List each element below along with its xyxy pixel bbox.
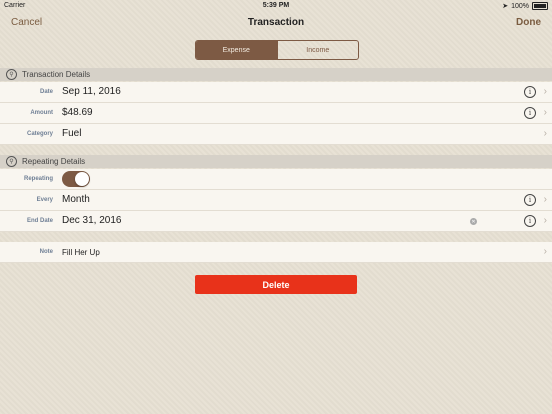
clear-icon[interactable]: ✕ <box>470 218 477 225</box>
status-time: 5:39 PM <box>262 2 290 9</box>
chevron-right-icon: › <box>543 107 547 118</box>
date-row[interactable]: Date Sep 11, 2016 i › <box>0 82 552 103</box>
chevron-right-icon: › <box>543 215 547 226</box>
status-right: ➤ 100% <box>502 2 548 10</box>
location-icon: ➤ <box>502 3 509 10</box>
toggle-knob <box>75 172 89 186</box>
navigation-bar: Cancel Transaction Done <box>0 12 552 35</box>
amount-value: $48.69 <box>62 107 93 118</box>
section-title: Repeating Details <box>22 157 86 166</box>
chevron-right-icon: › <box>543 128 547 139</box>
category-row[interactable]: Category Fuel › <box>0 124 552 145</box>
end-date-value: Dec 31, 2016 <box>62 215 122 226</box>
page-title: Transaction <box>247 17 305 28</box>
chevron-right-icon: › <box>543 86 547 97</box>
info-icon[interactable]: i <box>524 107 536 119</box>
section-header-transaction: ⚲ Transaction Details <box>0 68 552 81</box>
amount-row[interactable]: Amount $48.69 i › <box>0 103 552 124</box>
delete-button[interactable]: Delete <box>195 275 357 294</box>
date-value: Sep 11, 2016 <box>62 86 121 97</box>
info-icon[interactable]: i <box>524 86 536 98</box>
note-value: Fill Her Up <box>62 248 100 257</box>
note-row[interactable]: Note Fill Her Up › <box>0 242 552 263</box>
repeating-label: Repeating <box>23 176 53 182</box>
chevron-right-icon: › <box>543 246 547 257</box>
repeating-row: Repeating <box>0 169 552 190</box>
every-row[interactable]: Every Month i › <box>0 190 552 211</box>
done-button[interactable]: Done <box>516 17 541 28</box>
section-icon: ⚲ <box>6 69 17 80</box>
note-label: Note <box>39 249 53 255</box>
segment-expense[interactable]: Expense <box>196 41 277 59</box>
category-value: Fuel <box>62 128 82 139</box>
date-label: Date <box>39 89 53 95</box>
type-segmented-control: Expense Income <box>195 40 359 60</box>
battery-percent: 100% <box>511 2 529 10</box>
amount-label: Amount <box>30 110 53 116</box>
end-date-row[interactable]: End Date Dec 31, 2016 ✕ i › <box>0 211 552 232</box>
section-header-repeating: ⚲ Repeating Details <box>0 155 552 168</box>
end-date-label: End Date <box>26 218 53 224</box>
repeating-toggle[interactable] <box>62 171 90 187</box>
status-bar: Carrier 5:39 PM ➤ 100% <box>0 0 552 12</box>
category-label: Category <box>26 131 53 137</box>
every-value: Month <box>62 194 90 205</box>
info-icon[interactable]: i <box>524 215 536 227</box>
chevron-right-icon: › <box>543 194 547 205</box>
info-icon[interactable]: i <box>524 194 536 206</box>
section-icon: ⚲ <box>6 156 17 167</box>
section-title: Transaction Details <box>22 70 91 79</box>
battery-icon <box>532 2 548 10</box>
every-label: Every <box>36 197 53 203</box>
segment-income[interactable]: Income <box>276 41 359 59</box>
